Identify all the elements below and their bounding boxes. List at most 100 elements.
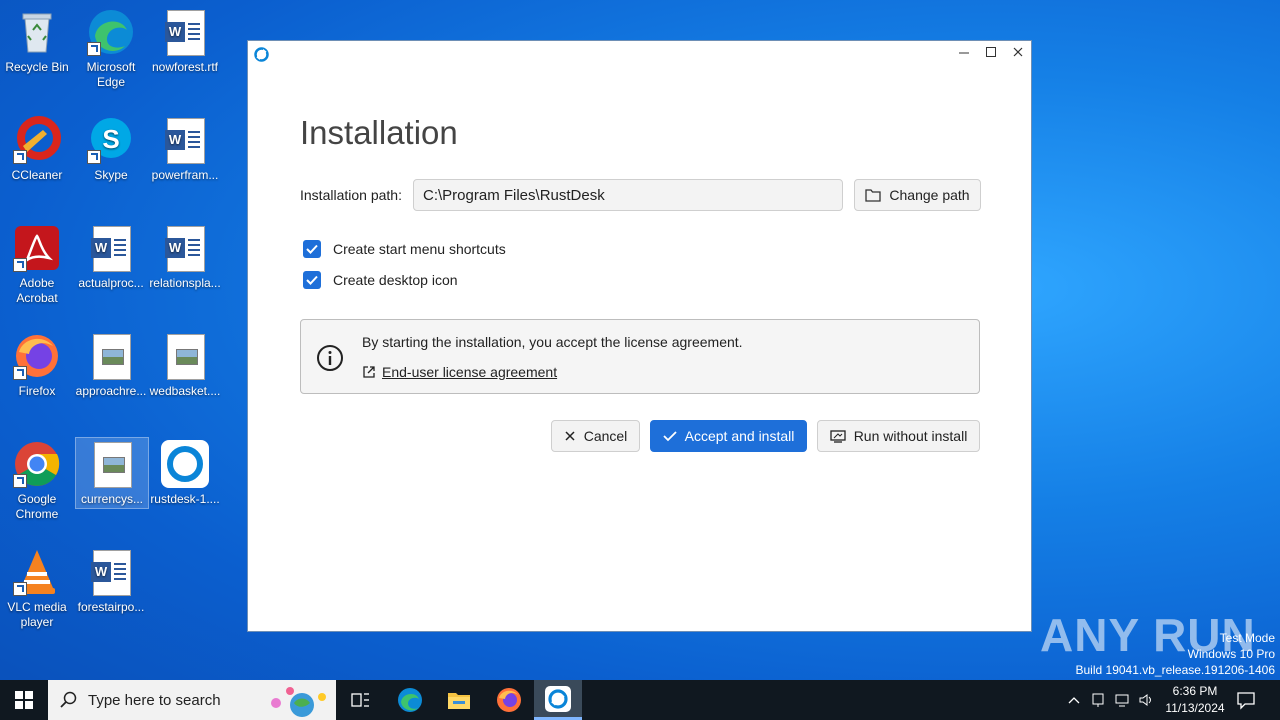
cancel-label: Cancel [583, 428, 628, 444]
word-doc-icon: W [87, 548, 135, 596]
desktop-icon-label: Recycle Bin [5, 60, 69, 74]
desktop-icon-recycle-bin[interactable]: Recycle Bin [1, 8, 73, 75]
desktop-icon-forestairpo[interactable]: W forestairpo... [75, 548, 147, 615]
desktop-icon-checkbox[interactable] [303, 271, 321, 289]
system-info: Test Mode Windows 10 Pro Build 19041.vb_… [1076, 630, 1276, 678]
desktop-icon-edge[interactable]: Microsoft Edge [75, 8, 147, 90]
start-menu-shortcuts-checkbox[interactable] [303, 240, 321, 258]
shortcut-arrow-icon [87, 150, 101, 164]
start-button[interactable] [0, 680, 48, 720]
eula-link[interactable]: End-user license agreement [362, 364, 557, 380]
desktop-icon-label: Microsoft Edge [86, 60, 136, 89]
shortcut-arrow-icon [13, 258, 27, 272]
desktop-icon-label: actualproc... [78, 276, 144, 290]
installer-window: Installation Installation path: Change p… [247, 40, 1032, 632]
change-path-button[interactable]: Change path [854, 179, 981, 211]
desktop-icon-powerfram[interactable]: W powerfram... [149, 116, 221, 183]
edge-icon [87, 8, 135, 56]
taskbar: Type here to search 6:36 PM 11/13/2024 [0, 680, 1280, 720]
clock-date: 11/13/2024 [1165, 701, 1225, 715]
notification-center-button[interactable] [1236, 690, 1256, 715]
desktop-icon-vlc[interactable]: VLC media player [1, 548, 73, 630]
search-placeholder: Type here to search [88, 692, 221, 709]
desktop-icon-acrobat[interactable]: Adobe Acrobat [1, 224, 73, 306]
desktop-icon-label: Google Chrome [15, 492, 59, 521]
rustdesk-icon [161, 440, 209, 488]
desktop-icon-relationspla[interactable]: W relationspla... [149, 224, 221, 291]
taskbar-edge[interactable] [386, 680, 434, 720]
installation-path-label: Installation path: [300, 187, 402, 203]
search-highlight-icon [271, 687, 326, 717]
folder-icon [865, 189, 882, 202]
recycle-bin-icon [13, 8, 61, 56]
desktop-icon-label: VLC media player [7, 600, 67, 629]
desktop-icon-label: Skype [94, 168, 128, 182]
chrome-icon [13, 440, 61, 488]
desktop-icon-label: relationspla... [149, 276, 221, 290]
network-icon[interactable] [1114, 692, 1130, 708]
run-without-install-button[interactable]: Run without install [817, 420, 980, 452]
desktop-icon-label: CCleaner [11, 168, 63, 182]
rustdesk-icon [545, 685, 571, 712]
skype-icon: S [87, 116, 135, 164]
image-file-icon [161, 332, 209, 380]
accept-and-install-button[interactable]: Accept and install [650, 420, 807, 452]
minimize-icon [959, 52, 969, 54]
task-view-button[interactable] [336, 680, 384, 720]
taskbar-rustdesk[interactable] [534, 680, 582, 720]
desktop-icon-label: powerfram... [151, 168, 219, 182]
minimize-button[interactable] [955, 46, 973, 62]
desktop-icon-wedbasket[interactable]: wedbasket.... [149, 332, 221, 399]
change-path-label: Change path [889, 187, 970, 203]
close-icon [1013, 47, 1023, 57]
desktop-icon-skype[interactable]: S Skype [75, 116, 147, 183]
build-text: Build 19041.vb_release.191206-1406 [1075, 663, 1276, 677]
info-icon [316, 344, 344, 372]
checkmark-icon [306, 244, 318, 254]
window-titlebar[interactable] [248, 41, 1031, 68]
accept-and-install-label: Accept and install [684, 428, 795, 444]
image-file-icon [88, 440, 136, 488]
maximize-button[interactable] [982, 46, 1000, 62]
desktop-icon-rustdesk-installer[interactable]: rustdesk-1.... [149, 440, 221, 507]
volume-icon[interactable] [1138, 692, 1154, 708]
taskbar-clock[interactable]: 6:36 PM 11/13/2024 [1160, 683, 1230, 717]
system-tray [1068, 680, 1154, 720]
desktop-icon-label: currencys... [80, 492, 143, 506]
start-menu-shortcuts-option[interactable]: Create start menu shortcuts [303, 240, 506, 258]
desktop-icon-currencys[interactable]: currencys... [75, 437, 149, 509]
screen-icon [830, 430, 846, 443]
desktop-icon-approachre[interactable]: approachre... [75, 332, 147, 399]
external-link-icon [363, 366, 375, 378]
vlc-icon [13, 548, 61, 596]
task-view-icon [351, 693, 369, 707]
windows-edition-text: Windows 10 Pro [1187, 647, 1275, 661]
desktop-icon-label: approachre... [75, 384, 147, 398]
checkmark-icon [306, 275, 318, 285]
windows-logo-icon [15, 691, 33, 709]
desktop-icon-nowforest[interactable]: W nowforest.rtf [149, 8, 221, 75]
desktop-icon-firefox[interactable]: Firefox [1, 332, 73, 399]
shortcut-arrow-icon [13, 474, 27, 488]
desktop-icon-ccleaner[interactable]: CCleaner [1, 116, 73, 183]
word-doc-icon: W [161, 116, 209, 164]
word-doc-icon: W [87, 224, 135, 272]
taskbar-file-explorer[interactable] [435, 680, 483, 720]
taskbar-search-box[interactable]: Type here to search [48, 680, 336, 720]
desktop-icon-label: Create desktop icon [333, 272, 458, 288]
close-button[interactable] [1009, 46, 1027, 62]
desktop-icon-option[interactable]: Create desktop icon [303, 271, 458, 289]
chevron-up-icon[interactable] [1068, 695, 1080, 705]
ccleaner-icon [13, 116, 61, 164]
taskbar-firefox[interactable] [485, 680, 533, 720]
run-without-install-label: Run without install [853, 428, 968, 444]
folder-icon [448, 693, 470, 709]
firefox-icon [497, 688, 521, 712]
cancel-button[interactable]: Cancel [551, 420, 640, 452]
firefox-icon [13, 332, 61, 380]
desktop-icon-actualproc[interactable]: W actualproc... [75, 224, 147, 291]
desktop-icon-label: nowforest.rtf [151, 60, 219, 74]
network-adapter-icon[interactable] [1090, 692, 1106, 708]
installation-path-input[interactable] [413, 179, 843, 211]
desktop-icon-chrome[interactable]: Google Chrome [1, 440, 73, 522]
